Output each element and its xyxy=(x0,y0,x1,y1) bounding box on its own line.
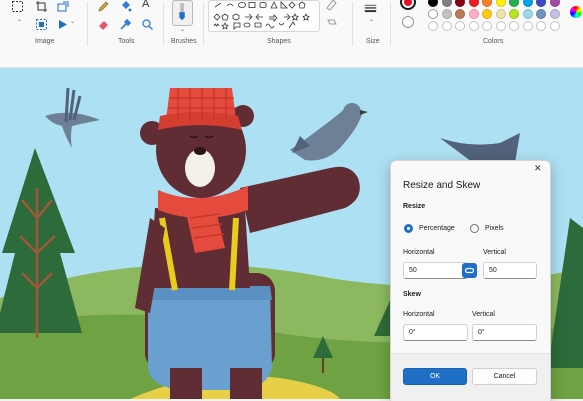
percentage-label: Percentage xyxy=(419,225,455,232)
custom-color-slot[interactable] xyxy=(522,21,533,31)
resize-and-skew-dialog: Resize and Skew ✕ Resize Percentage Pixe… xyxy=(390,160,551,401)
group-label-colors: Colors xyxy=(483,38,504,45)
text-tool-icon[interactable]: A xyxy=(142,0,149,10)
divider xyxy=(352,2,353,46)
custom-color-slot[interactable] xyxy=(549,21,560,31)
fill-icon[interactable] xyxy=(119,0,132,13)
color-swatch[interactable] xyxy=(455,0,465,7)
resize-horizontal-label: Horizontal xyxy=(403,249,435,256)
chevron-down-icon[interactable]: ⌄ xyxy=(180,26,185,33)
custom-color-slot[interactable] xyxy=(428,21,438,31)
magnifier-icon[interactable] xyxy=(141,18,154,31)
skew-horizontal-input[interactable]: 0° xyxy=(403,324,468,341)
divider xyxy=(87,2,88,46)
group-label-shapes: Shapes xyxy=(267,38,291,45)
resize-vertical-input[interactable]: 50 xyxy=(483,262,537,279)
color-swatch[interactable] xyxy=(441,0,452,7)
brush-icon xyxy=(179,3,185,21)
pixels-radio[interactable] xyxy=(470,224,479,233)
color-swatch[interactable] xyxy=(441,9,452,19)
skew-heading: Skew xyxy=(403,291,421,298)
primary-color-swatch[interactable] xyxy=(400,0,416,10)
skew-vertical-label: Vertical xyxy=(472,311,495,318)
color-swatch[interactable] xyxy=(495,0,506,7)
color-swatch[interactable] xyxy=(536,9,546,19)
skew-vertical-input[interactable]: 0° xyxy=(472,324,537,341)
group-label-brushes: Brushes xyxy=(171,38,197,45)
custom-color-slot[interactable] xyxy=(536,21,546,31)
color-picker-icon[interactable] xyxy=(119,18,132,31)
select-icon[interactable] xyxy=(11,0,24,13)
color-swatch[interactable] xyxy=(522,9,533,19)
color-swatch[interactable] xyxy=(509,9,519,19)
color-swatch[interactable] xyxy=(522,0,533,7)
size-icon[interactable] xyxy=(364,2,380,15)
resize-horizontal-input[interactable]: 50 xyxy=(403,262,468,279)
pencil-icon[interactable] xyxy=(97,0,110,13)
resize-vertical-label: Vertical xyxy=(483,249,506,256)
group-label-image: Image xyxy=(35,38,55,45)
color-swatch[interactable] xyxy=(549,9,560,19)
eraser-icon[interactable] xyxy=(97,18,110,31)
custom-color-slot[interactable] xyxy=(441,21,452,31)
dialog-title: Resize and Skew xyxy=(403,180,481,191)
color-swatch[interactable] xyxy=(509,0,519,7)
color-swatch[interactable] xyxy=(482,9,492,19)
color-swatch[interactable] xyxy=(536,0,546,7)
custom-color-slot[interactable] xyxy=(495,21,506,31)
edit-colors-icon[interactable] xyxy=(570,6,582,18)
crop-icon[interactable] xyxy=(35,0,48,13)
percentage-radio[interactable] xyxy=(404,224,413,233)
chevron-down-icon[interactable]: ⌄ xyxy=(70,18,75,25)
color-swatch[interactable] xyxy=(495,9,506,19)
secondary-color-swatch[interactable] xyxy=(402,16,414,28)
color-swatch[interactable] xyxy=(455,9,465,19)
maintain-aspect-ratio-button[interactable] xyxy=(462,263,477,278)
ok-button[interactable]: OK xyxy=(403,368,467,385)
pixels-label: Pixels xyxy=(485,225,504,232)
ribbon-toolbar: ⌄ ⌄ Image A Tools ⌄ Brushes Shapes ⌄ Siz… xyxy=(0,0,583,68)
image-select-icon[interactable] xyxy=(35,18,48,31)
color-swatch[interactable] xyxy=(468,0,479,7)
custom-color-slot[interactable] xyxy=(482,21,492,31)
shape-fill-icon[interactable] xyxy=(325,16,338,29)
chevron-down-icon[interactable]: ⌄ xyxy=(17,16,22,23)
resize-icon[interactable] xyxy=(57,0,70,13)
skew-horizontal-label: Horizontal xyxy=(403,311,435,318)
brushes-button[interactable] xyxy=(172,0,193,26)
divider xyxy=(163,2,164,46)
color-swatch[interactable] xyxy=(428,9,438,19)
shapes-icons xyxy=(213,1,310,30)
custom-color-slot[interactable] xyxy=(455,21,465,31)
group-label-tools: Tools xyxy=(118,38,135,45)
close-icon[interactable]: ✕ xyxy=(534,163,542,174)
custom-color-slot[interactable] xyxy=(509,21,519,31)
outline-icon[interactable] xyxy=(325,0,338,11)
color-swatch[interactable] xyxy=(468,9,479,19)
color-swatch[interactable] xyxy=(549,0,560,7)
custom-color-slot[interactable] xyxy=(468,21,479,31)
color-swatch[interactable] xyxy=(428,0,438,7)
resize-heading: Resize xyxy=(403,203,426,210)
link-icon xyxy=(464,267,475,274)
color-swatch[interactable] xyxy=(482,0,492,7)
chevron-down-icon[interactable]: ⌄ xyxy=(369,16,374,23)
cancel-button[interactable]: Cancel xyxy=(472,368,537,385)
group-label-size: Size xyxy=(366,38,380,45)
divider xyxy=(203,2,204,46)
rotate-icon[interactable] xyxy=(57,18,70,31)
shapes-gallery[interactable] xyxy=(208,0,320,32)
divider xyxy=(390,2,391,46)
